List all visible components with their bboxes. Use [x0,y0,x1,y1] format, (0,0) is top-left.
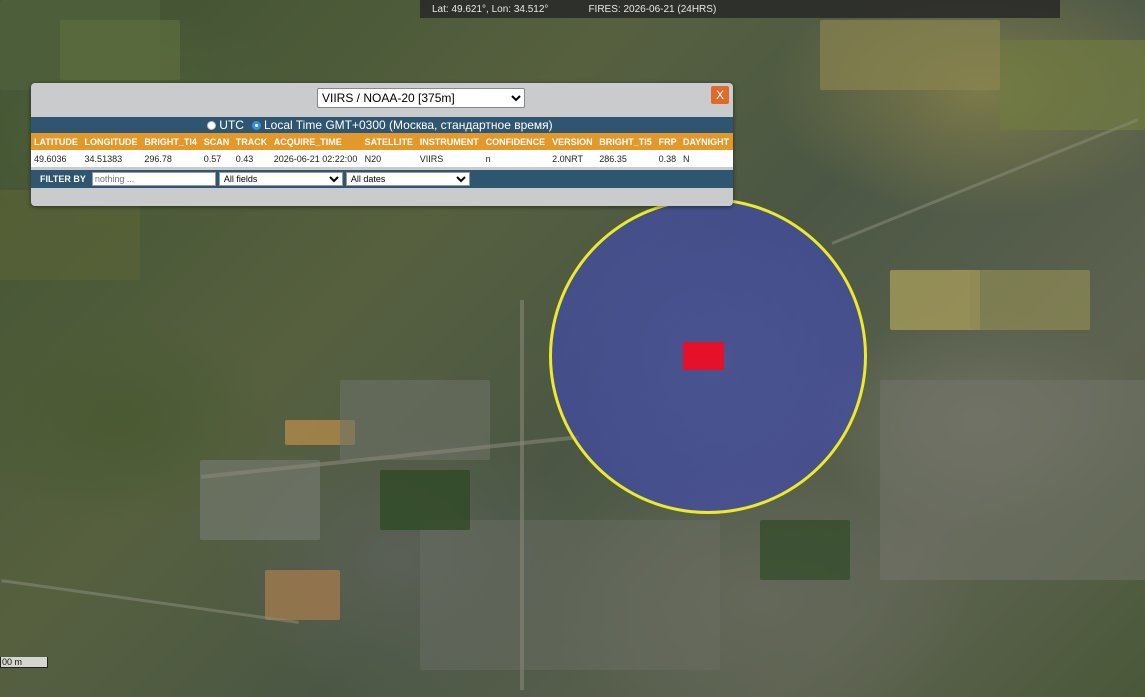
map-road [831,118,1139,245]
column-header[interactable]: VERSION [549,133,597,150]
table-cell: 0.38 [655,150,680,167]
tz-utc-label: UTC [219,118,244,132]
coordinates-readout: Lat: 49.621°, Lon: 34.512° [432,3,549,15]
table-cell: 2.0NRT [549,150,597,167]
table-cell: 0.57 [200,150,233,167]
fire-detection-marker[interactable] [683,342,724,370]
column-header[interactable]: DAYNIGHT [680,133,733,150]
fire-data-table: LATITUDE LONGITUDE BRIGHT_TI4 SCAN TRACK ACQU… [31,133,733,167]
filter-label: FILTER BY [40,174,86,184]
satellite-select[interactable]: VIIRS / NOAA-20 [375m] [317,88,525,108]
column-header[interactable]: TRACK [232,133,271,150]
map-field [970,270,1090,330]
column-header[interactable]: BRIGHT_TI4 [141,133,201,150]
forest-area [760,520,850,580]
map-road [1,579,299,624]
column-header[interactable]: SATELLITE [361,133,417,150]
table-cell: 286.35 [596,150,656,167]
table-header-row: LATITUDE LONGITUDE BRIGHT_TI4 SCAN TRACK ACQU… [31,133,733,150]
status-bar: Lat: 49.621°, Lon: 34.512° FIRES: 2026-0… [420,0,1060,18]
close-button[interactable]: X [711,86,729,104]
dates-select[interactable]: All dates [345,172,470,186]
tz-local-label: Local Time GMT+0300 (Москва, стандартное… [263,118,553,132]
table-cell: 34.51383 [81,150,142,167]
fire-info-popup: VIIRS / NOAA-20 [375m] X UTC Local Time … [31,83,733,206]
table-cell: 296.78 [141,150,201,167]
filter-bar: FILTER BY All fields All dates [31,170,733,188]
urban-area [420,520,720,670]
forest-area [380,470,470,530]
map-field [265,570,340,620]
map-road [520,300,524,690]
table-cell: N20 [361,150,417,167]
tz-option-utc[interactable]: UTC [207,118,244,132]
column-header[interactable]: LONGITUDE [81,133,142,150]
fields-select[interactable]: All fields [218,172,343,186]
column-header[interactable]: FRP [655,133,680,150]
column-header[interactable]: CONFIDENCE [482,133,550,150]
scale-label: 00 m [2,657,23,667]
table-row[interactable]: 49.6036 34.51383 296.78 0.57 0.43 2026-06-21 … [31,150,733,167]
filter-input[interactable] [91,172,216,186]
table-cell: N [680,150,733,167]
map-field [1000,40,1145,130]
map-field [820,20,1000,90]
table-cell: n [482,150,550,167]
radio-local[interactable] [251,120,261,130]
urban-area [880,380,1145,580]
column-header[interactable]: LATITUDE [31,133,82,150]
column-header[interactable]: SCAN [200,133,233,150]
table-cell: VIIRS [416,150,483,167]
fires-date-readout: FIRES: 2026-06-21 (24HRS) [588,3,717,15]
table-cell: 0.43 [232,150,271,167]
table-cell: 49.6036 [31,150,82,167]
column-header[interactable]: BRIGHT_TI5 [596,133,656,150]
tz-option-local[interactable]: Local Time GMT+0300 (Москва, стандартное… [251,118,553,132]
radio-utc[interactable] [207,120,217,130]
column-header[interactable]: ACQUIRE_TIME [270,133,362,150]
table-cell: 2026-06-21 02:22:00 [270,150,362,167]
timezone-toggle: UTC Local Time GMT+0300 (Москва, стандар… [31,117,733,133]
map-field [60,20,180,80]
map-field [890,270,980,330]
map-scale-bar: 00 m [0,657,48,668]
column-header[interactable]: INSTRUMENT [416,133,483,150]
